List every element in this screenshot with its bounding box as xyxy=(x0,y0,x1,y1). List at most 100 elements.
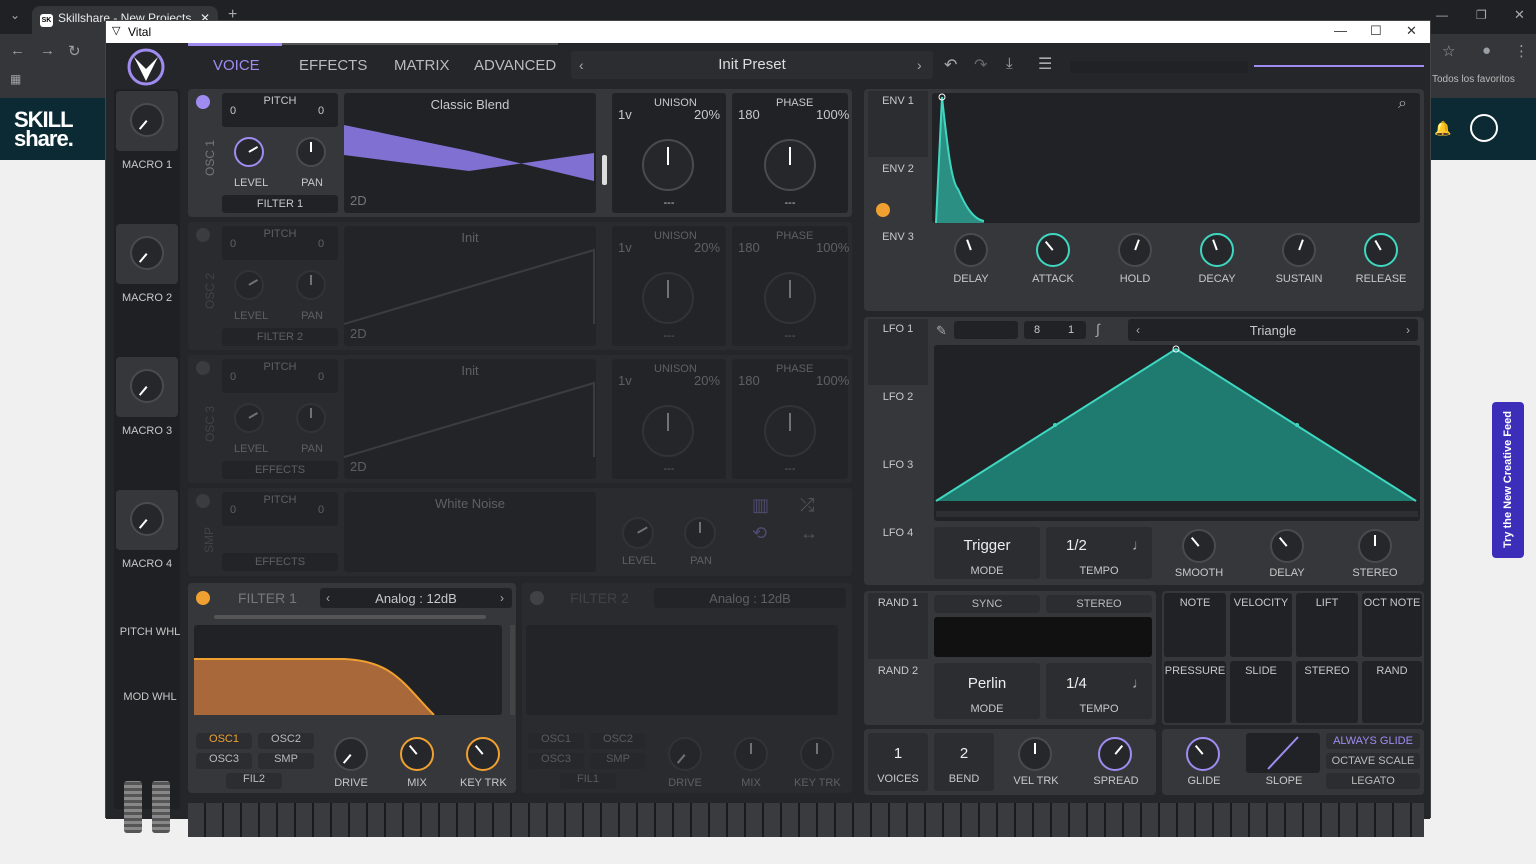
lfo-smooth-knob[interactable] xyxy=(1182,529,1216,563)
macro-2-knob[interactable] xyxy=(130,236,164,270)
env-3-tab[interactable]: ENV 3 xyxy=(868,231,928,243)
next-preset-icon[interactable]: › xyxy=(917,57,922,73)
lfo-mode[interactable]: Trigger MODE xyxy=(934,527,1040,579)
filter-1-src-fil2[interactable]: FIL2 xyxy=(226,773,282,789)
osc-1-pitch[interactable]: 0 PITCH 0 xyxy=(222,93,338,127)
env-hold-knob[interactable] xyxy=(1118,233,1152,267)
osc-3-toggle[interactable] xyxy=(196,361,210,375)
save-icon[interactable]: ⤓ xyxy=(1006,55,1013,72)
rand-mode[interactable]: Perlin MODE xyxy=(934,663,1040,719)
sample-pitch[interactable]: 0 PITCH 0 xyxy=(222,492,338,526)
lfo-4-tab[interactable]: LFO 4 xyxy=(868,527,928,539)
rand-tempo[interactable]: 1/4 ♩ TEMPO xyxy=(1046,663,1152,719)
bell-icon[interactable]: 🔔 xyxy=(1434,120,1451,137)
osc-1-frame-slider[interactable] xyxy=(602,155,607,185)
osc-1-unison-select[interactable]: --- xyxy=(612,197,726,209)
filter-1-blend-slider[interactable] xyxy=(214,615,486,619)
sample-octave[interactable]: 0 xyxy=(230,504,236,516)
lfo-paint-icon[interactable]: ✎ xyxy=(936,323,947,339)
osc-3-unison-select[interactable]: --- xyxy=(612,463,726,475)
keytrack-icon[interactable]: ▥ xyxy=(752,495,769,516)
lfo-1-tab[interactable]: LFO 1 xyxy=(868,323,928,335)
lfo-stereo-knob[interactable] xyxy=(1358,529,1392,563)
lfo-note-icon[interactable]: ♩ xyxy=(1132,537,1147,554)
undo-icon[interactable]: ↶ xyxy=(944,55,957,75)
osc-2-octave[interactable]: 0 xyxy=(230,238,236,250)
profile-icon[interactable]: ● xyxy=(1482,42,1491,59)
osc-1-phase-knob[interactable] xyxy=(764,139,816,191)
window-maximize-icon[interactable]: ☐ xyxy=(1370,23,1382,39)
loop-icon[interactable]: ⟲ xyxy=(752,523,767,544)
avatar-icon[interactable] xyxy=(1470,114,1498,142)
always-glide-button[interactable]: ALWAYS GLIDE xyxy=(1326,733,1420,749)
osc-1-phase-random[interactable]: 100% xyxy=(816,107,849,122)
filter-2-src-smp[interactable]: SMP xyxy=(590,753,646,769)
mod-lift[interactable]: LIFT xyxy=(1296,593,1358,657)
filter-1-src-smp[interactable]: SMP xyxy=(258,753,314,769)
osc-1-level-knob[interactable] xyxy=(234,137,264,167)
slope-display[interactable] xyxy=(1246,733,1320,773)
legato-button[interactable]: LEGATO xyxy=(1326,773,1420,789)
rand-2-tab[interactable]: RAND 2 xyxy=(868,665,928,677)
minimize-icon[interactable]: — xyxy=(1436,8,1448,22)
osc-3-route[interactable]: EFFECTS xyxy=(222,461,338,479)
sample-level-knob[interactable] xyxy=(622,517,654,549)
octave-scale-button[interactable]: OCTAVE SCALE xyxy=(1326,753,1420,769)
filter-1-response[interactable] xyxy=(194,625,502,715)
filter-2-src-osc3[interactable]: OSC3 xyxy=(528,753,584,769)
env-2-drag-icon[interactable] xyxy=(876,203,890,217)
lfo-2-tab[interactable]: LFO 2 xyxy=(868,391,928,403)
osc-2-unison-select[interactable]: --- xyxy=(612,330,726,342)
zoom-search-icon[interactable]: ⌕ xyxy=(1398,95,1407,113)
osc-3-phase-value[interactable]: 180 xyxy=(738,373,760,388)
osc-1-phase-value[interactable]: 180 xyxy=(738,107,760,122)
piano-keyboard[interactable] xyxy=(188,803,1424,837)
osc-2-detune[interactable]: 20% xyxy=(694,240,720,255)
osc-3-pitch[interactable]: 0 PITCH 0 xyxy=(222,359,338,393)
macro-1[interactable] xyxy=(116,91,178,151)
maximize-icon[interactable]: ❐ xyxy=(1476,8,1487,22)
vel-trk-knob[interactable] xyxy=(1018,737,1052,771)
tab-matrix[interactable]: MATRIX xyxy=(394,57,450,74)
mod-oct-note[interactable]: OCT NOTE xyxy=(1362,593,1422,657)
osc-2-unison-voices[interactable]: 1v xyxy=(618,240,632,255)
tab-effects[interactable]: EFFECTS xyxy=(299,57,367,74)
tab-voice[interactable]: VOICE xyxy=(213,57,260,74)
sample-semitone[interactable]: 0 xyxy=(318,504,324,516)
filter-2-src-osc1[interactable]: OSC1 xyxy=(528,733,584,749)
mod-wheel[interactable] xyxy=(152,781,170,833)
sample-display[interactable]: White Noise xyxy=(344,492,596,572)
filter-1-res-slider[interactable] xyxy=(510,625,515,715)
macro-1-knob[interactable] xyxy=(130,103,164,137)
osc-3-phase-knob[interactable] xyxy=(764,405,816,457)
osc-1-dimension[interactable]: 2D xyxy=(350,193,367,208)
filter-1-toggle[interactable] xyxy=(196,591,210,605)
osc-3-wavetable[interactable]: Init 2D xyxy=(344,359,596,479)
lfo-grid-y[interactable]: 1 xyxy=(1068,324,1074,336)
osc-3-detune[interactable]: 20% xyxy=(694,373,720,388)
filter-1-drive-knob[interactable] xyxy=(334,737,368,771)
mod-note[interactable]: NOTE xyxy=(1164,593,1226,657)
filter-2-mix-knob[interactable] xyxy=(734,737,768,771)
filter-2-keytrk-knob[interactable] xyxy=(800,737,834,771)
creative-feed-tab[interactable]: Try the New Creative Feed xyxy=(1492,402,1524,558)
osc-1-detune[interactable]: 20% xyxy=(694,107,720,122)
mod-stereo[interactable]: STEREO xyxy=(1296,661,1358,723)
bend-selector[interactable]: 2 BEND xyxy=(934,733,994,791)
window-minimize-icon[interactable]: — xyxy=(1334,23,1347,38)
lfo-phase-bar[interactable] xyxy=(936,511,1418,517)
menu-dots-icon[interactable]: ⋮ xyxy=(1514,42,1529,60)
osc-3-dimension[interactable]: 2D xyxy=(350,459,367,474)
tab-advanced[interactable]: ADVANCED xyxy=(474,57,556,74)
favorites-folder[interactable]: Todos los favoritos xyxy=(1432,74,1515,85)
filter-1-type[interactable]: ‹ Analog : 12dB › xyxy=(320,588,512,608)
env-attack-knob[interactable] xyxy=(1036,233,1070,267)
rand-note-icon[interactable]: ♩ xyxy=(1132,675,1147,692)
back-icon[interactable]: ← xyxy=(10,42,25,59)
env-decay-knob[interactable] xyxy=(1200,233,1234,267)
filter-2-response[interactable] xyxy=(526,625,838,715)
pitch-wheel[interactable] xyxy=(124,781,142,833)
osc-2-toggle[interactable] xyxy=(196,228,210,242)
lfo-grid-x[interactable]: 8 xyxy=(1034,324,1040,336)
filter-2-drive-knob[interactable] xyxy=(668,737,702,771)
